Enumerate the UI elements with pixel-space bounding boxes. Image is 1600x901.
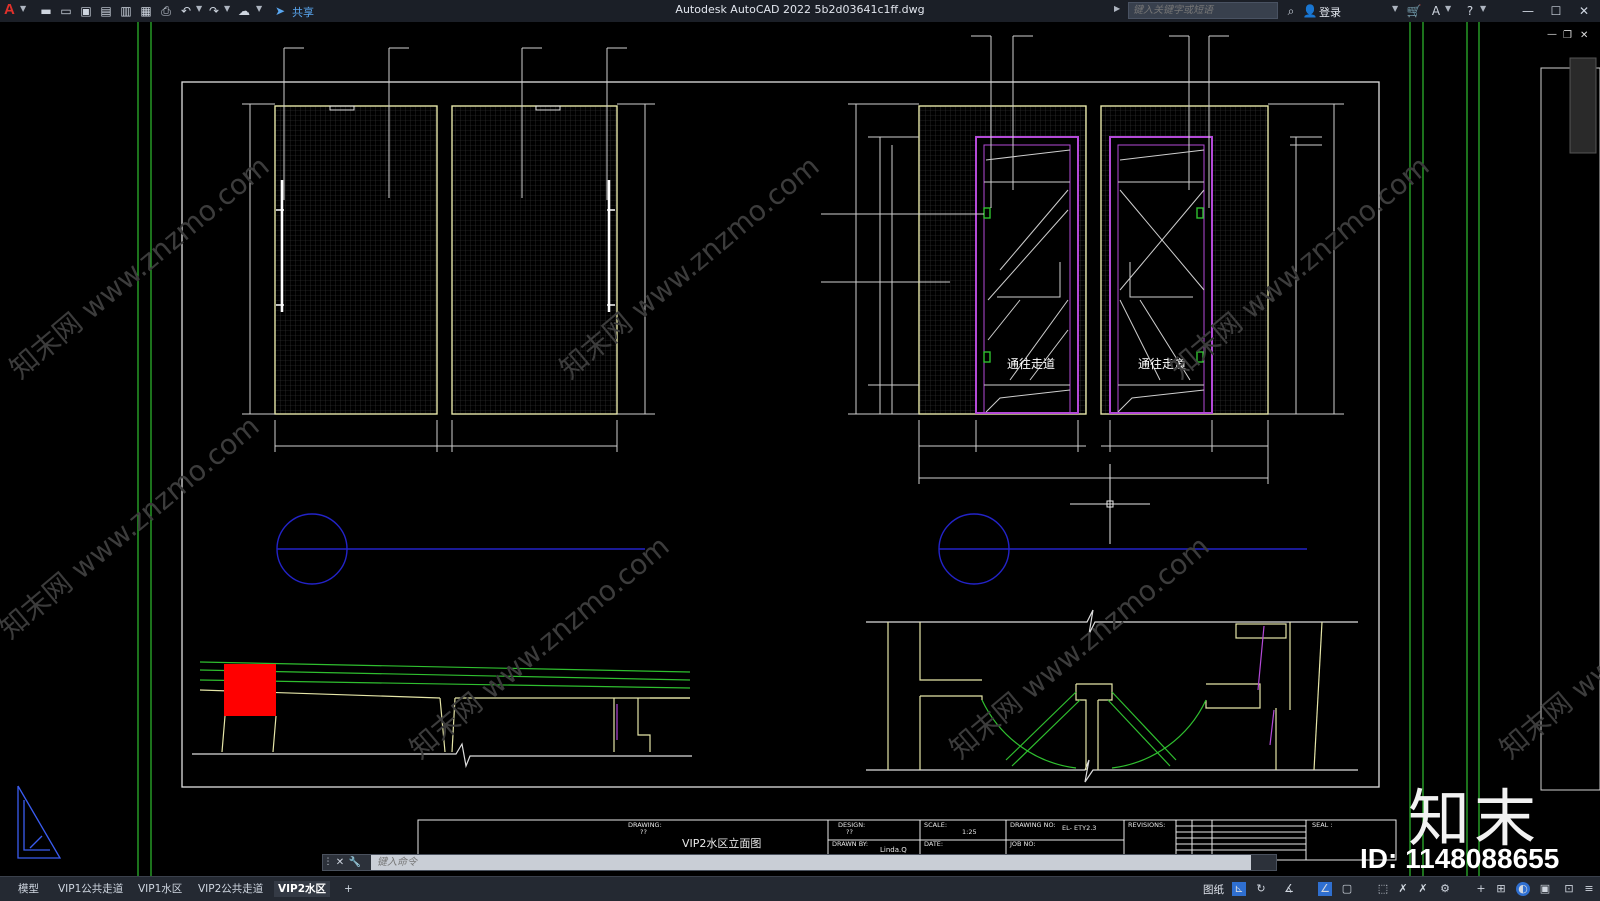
workspace-caret-icon[interactable]: ▼: [256, 4, 262, 13]
id-watermark: ID: 1148088655: [1360, 843, 1560, 874]
save-as-icon[interactable]: ▤: [98, 3, 114, 19]
svg-text:??: ??: [846, 828, 853, 836]
new-icon[interactable]: ▬: [38, 3, 54, 19]
help-search-input[interactable]: [1128, 2, 1278, 19]
svg-text:知末网 www.znzmo.com: 知末网 www.znzmo.com: [3, 149, 275, 385]
login-button[interactable]: 登录: [1319, 4, 1341, 20]
svg-text:Linda.Q: Linda.Q: [880, 846, 907, 854]
cart-icon[interactable]: 🛒: [1406, 3, 1422, 19]
app-menu-caret-icon[interactable]: ▼: [20, 4, 26, 13]
svg-text:知末网 www.znzmo.com: 知末网 www.znzmo.com: [0, 409, 266, 645]
redo-caret-icon[interactable]: ▼: [224, 4, 230, 13]
plot-preview-icon[interactable]: ▥: [118, 3, 134, 19]
search-expand-icon[interactable]: ▶: [1114, 4, 1120, 13]
user-icon[interactable]: 👤: [1302, 3, 1318, 19]
search-icon[interactable]: ⌕: [1283, 3, 1299, 19]
login-caret-icon[interactable]: ▼: [1392, 4, 1398, 13]
paper-space-toggle[interactable]: 图纸: [1203, 882, 1224, 897]
drawing-title: VIP2水区立面图: [682, 836, 761, 850]
workspace-gear-icon[interactable]: ⚙: [1438, 882, 1452, 896]
publish-icon[interactable]: ▦: [138, 3, 154, 19]
object-track-icon[interactable]: ▢: [1340, 882, 1354, 896]
undo-caret-icon[interactable]: ▼: [196, 4, 202, 13]
ucs-icon: [17, 785, 62, 859]
room-label-left: 通往走道: [1007, 356, 1055, 371]
save-icon[interactable]: ▣: [78, 3, 94, 19]
annotation-scale-icon[interactable]: ✗: [1396, 882, 1410, 896]
units-icon[interactable]: ⊞: [1494, 882, 1508, 896]
svg-text:REVISIONS:: REVISIONS:: [1128, 821, 1165, 829]
svg-text:SEAL :: SEAL :: [1312, 821, 1333, 829]
svg-text:DRAWN BY:: DRAWN BY:: [832, 840, 868, 848]
redo-icon[interactable]: ↷: [206, 3, 222, 19]
open-icon[interactable]: ▭: [58, 3, 74, 19]
help-caret-icon[interactable]: ▼: [1480, 4, 1486, 13]
svg-text:EL- ETY2.3: EL- ETY2.3: [1062, 824, 1096, 832]
annotation-visibility-icon[interactable]: ✗: [1416, 882, 1430, 896]
title-bar: A ▼ ▬ ▭ ▣ ▤ ▥ ▦ ⎙ ↶ ▼ ↷ ▼ ☁ ▼ ➤ 共享 Autod…: [0, 0, 1600, 23]
svg-text:1:25: 1:25: [962, 828, 977, 836]
plus-icon[interactable]: +: [1474, 882, 1488, 896]
layout-tab-vip1-corridor[interactable]: VIP1公共走道: [54, 881, 127, 897]
osnap-icon[interactable]: ∠: [1318, 882, 1332, 896]
viewport-minimize-icon: —: [1547, 29, 1557, 40]
viewport-close-icon: ✕: [1580, 30, 1588, 41]
app-caret-icon[interactable]: ▼: [1445, 4, 1451, 13]
autodesk-app-icon[interactable]: A: [1428, 3, 1444, 19]
svg-text:DATE:: DATE:: [924, 840, 943, 848]
help-icon[interactable]: ?: [1462, 3, 1478, 19]
viewport-restore-icon: ❐: [1563, 30, 1572, 41]
svg-text:SCALE:: SCALE:: [924, 821, 947, 829]
undo-icon[interactable]: ↶: [178, 3, 194, 19]
command-line: ⋮ ✕ 🔧: [322, 854, 1277, 871]
svg-text:JOB NO:: JOB NO:: [1009, 840, 1036, 848]
cad-crosshair: [1070, 464, 1150, 544]
svg-text:??: ??: [640, 828, 647, 836]
cmdline-settings-icon[interactable]: 🔧: [347, 855, 363, 870]
polar-icon[interactable]: ∡: [1282, 882, 1296, 896]
left-elevation: [242, 47, 655, 452]
red-fill-block: [224, 664, 276, 716]
svg-text:DRAWING NO:: DRAWING NO:: [1010, 821, 1056, 829]
viewport-controls: — ❐ ✕: [1547, 29, 1588, 41]
add-layout-tab-button[interactable]: +: [340, 881, 357, 897]
svg-text:知末网 www.znzmo.com: 知末网 www.znzmo.com: [403, 529, 675, 765]
layout-tab-vip2-water[interactable]: VIP2水区: [274, 881, 331, 897]
share-button[interactable]: 共享: [292, 4, 314, 20]
command-input[interactable]: [371, 855, 1251, 870]
customize-menu-icon[interactable]: ≡: [1582, 882, 1596, 896]
svg-text:知末网 www.znzmo.com: 知末网 www.znzmo.com: [1493, 529, 1600, 765]
status-bar: 模型 VIP1公共走道 VIP1水区 VIP2公共走道 VIP2水区 + 图纸 …: [0, 876, 1600, 901]
print-icon[interactable]: ⎙: [158, 3, 174, 19]
drawing-canvas[interactable]: — ❐ ✕ 通往走道 通往走道 知末网 www.znzmo.com 知末网 ww…: [0, 22, 1600, 876]
share-icon[interactable]: ➤: [272, 3, 288, 19]
minimize-icon[interactable]: —: [1520, 3, 1536, 19]
ortho-icon[interactable]: ↻: [1254, 882, 1268, 896]
clean-screen-icon[interactable]: ⊡: [1562, 882, 1576, 896]
layout-tab-vip1-water[interactable]: VIP1水区: [134, 881, 186, 897]
workspace-icon[interactable]: ☁: [236, 3, 252, 19]
layout-tab-vip2-corridor[interactable]: VIP2公共走道: [194, 881, 267, 897]
layout-tab-model[interactable]: 模型: [14, 881, 43, 897]
application-menu-button[interactable]: A: [4, 1, 15, 18]
selection-cycle-icon[interactable]: ⬚: [1376, 882, 1390, 896]
navigation-bar: [1569, 57, 1597, 154]
cmdline-close-icon[interactable]: ✕: [332, 855, 348, 870]
close-icon[interactable]: ✕: [1576, 3, 1592, 19]
right-elevation: 通往走道 通往走道: [821, 35, 1344, 484]
grid-snap-icon[interactable]: ⊾: [1232, 882, 1246, 896]
panel-left-1: [274, 105, 438, 415]
isolate-icon[interactable]: ◐: [1516, 882, 1530, 896]
svg-text:知末网 www.znzmo.com: 知末网 www.znzmo.com: [943, 529, 1215, 765]
maximize-icon[interactable]: ☐: [1548, 3, 1564, 19]
hardware-accel-icon[interactable]: ▣: [1538, 882, 1552, 896]
drawing-svg[interactable]: — ❐ ✕ 通往走道 通往走道 知末网 www.znzmo.com 知末网 ww…: [0, 22, 1600, 876]
